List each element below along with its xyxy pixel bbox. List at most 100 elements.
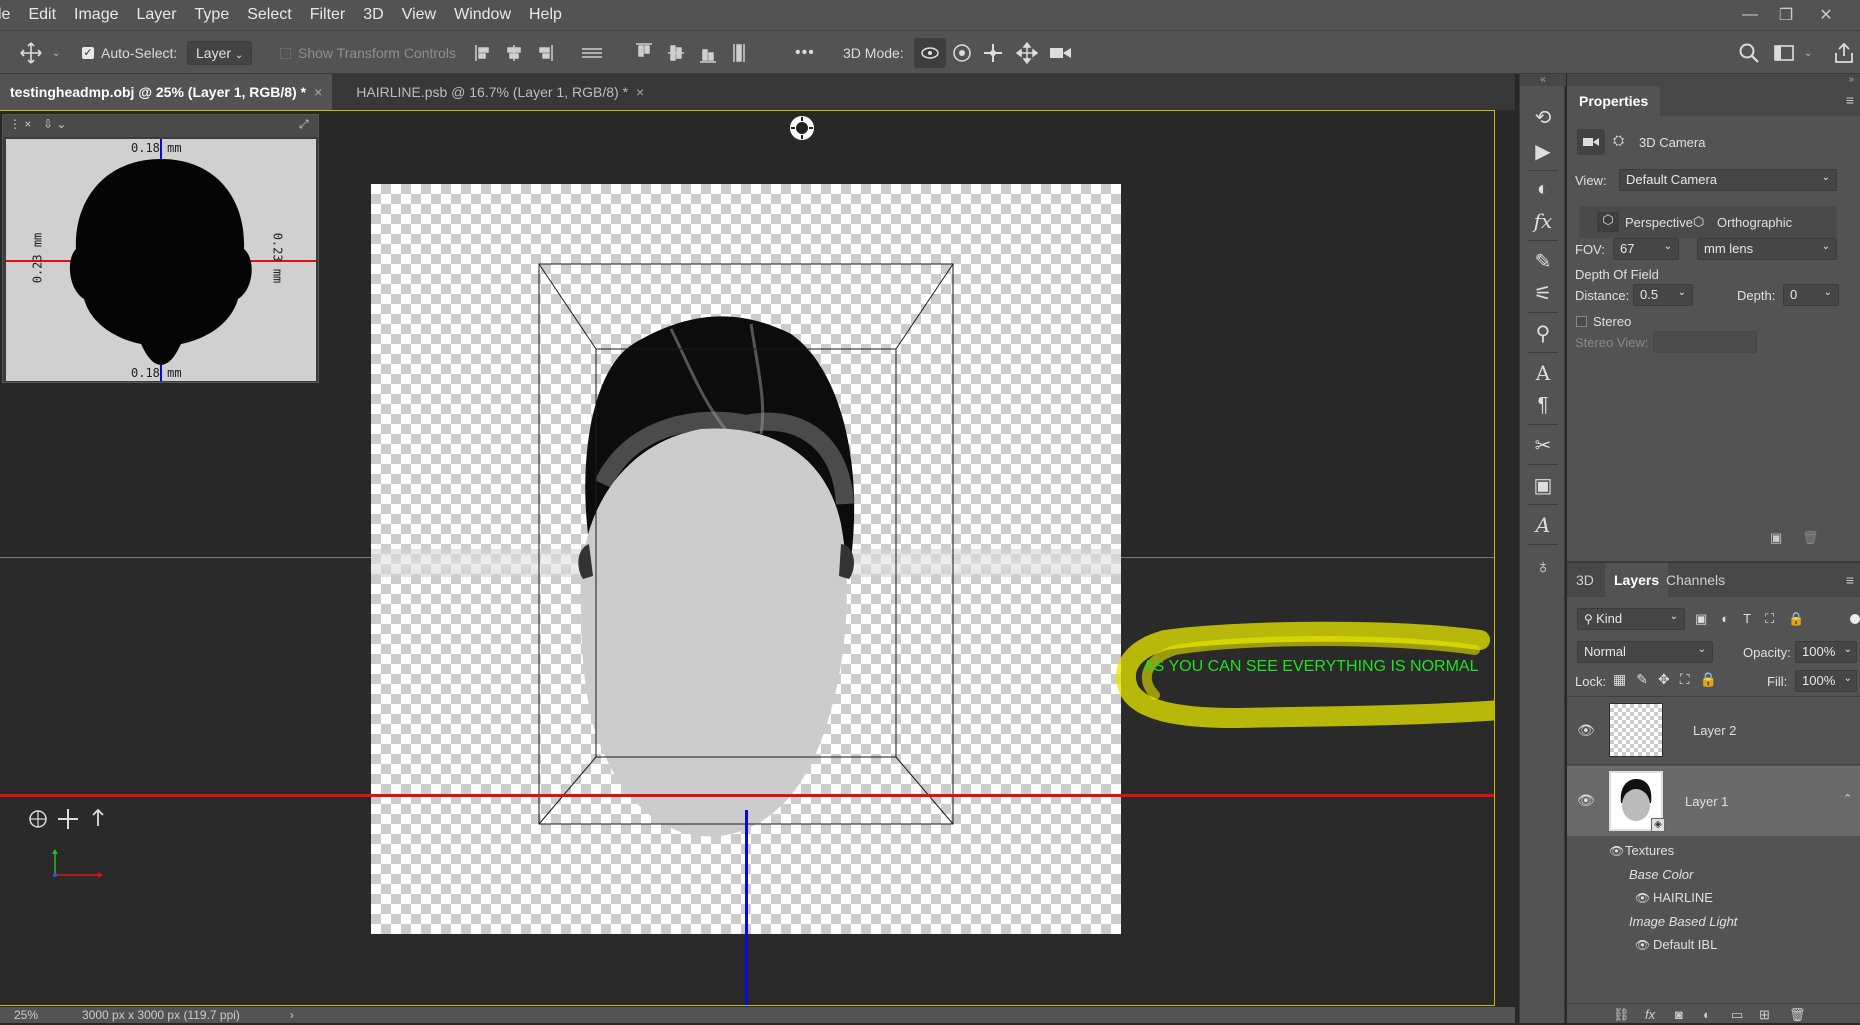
layers-menu-icon[interactable]: ≡ [1846, 572, 1854, 588]
menu-filter[interactable]: Filter [301, 0, 355, 30]
close-tab-icon[interactable]: × [314, 84, 322, 100]
show-transform-controls[interactable]: Show Transform Controls [280, 31, 456, 75]
roll-3d-icon[interactable] [952, 31, 972, 75]
menu-image[interactable]: Image [65, 0, 127, 30]
styles-fx-icon[interactable]: fx [1520, 206, 1566, 236]
menu-view[interactable]: View [393, 0, 445, 30]
restore-button[interactable]: ❐ [1768, 0, 1804, 30]
lock-icons[interactable]: ▦✎✥⛶🔒 [1613, 671, 1727, 688]
glyphs-icon[interactable]: A [1520, 510, 1566, 540]
tab-3d[interactable]: 3D [1567, 563, 1603, 597]
move-tool-icon[interactable]: ⌄ [20, 31, 60, 75]
brush-settings-icon[interactable]: ⚟ [1520, 278, 1566, 308]
tab-testingheadmp[interactable]: testingheadmp.obj @ 25% (Layer 1, RGB/8)… [0, 74, 333, 110]
close-tab-icon[interactable]: × [636, 84, 644, 100]
status-arrow-icon[interactable]: › [290, 1008, 294, 1022]
filter-toggle[interactable] [1850, 614, 1860, 624]
layer-name[interactable]: Layer 1 [1685, 794, 1728, 809]
menu-edit[interactable]: Edit [19, 0, 65, 30]
menu-select[interactable]: Select [238, 0, 300, 30]
visibility-eye-icon[interactable]: 👁 [1577, 722, 1595, 739]
menu-3d[interactable]: 3D [354, 0, 392, 30]
view-value: Default Camera [1626, 172, 1718, 187]
delete-layer-icon[interactable]: 🗑 [1789, 1007, 1806, 1023]
minimize-button[interactable]: — [1732, 0, 1768, 30]
blend-mode-value: Normal [1584, 644, 1626, 659]
close-window-button[interactable]: ✕ [1808, 0, 1844, 30]
auto-select-checkbox[interactable]: ✓ [82, 31, 94, 75]
learn-lightbulb-icon[interactable]: ♁ [1520, 552, 1566, 582]
layer-name[interactable]: Layer 2 [1693, 723, 1736, 738]
scale-3d-camera-icon[interactable] [1049, 31, 1073, 75]
view-dropdown[interactable]: Default Camera ⌄ [1619, 169, 1837, 191]
add-mask-icon[interactable]: ◙ [1675, 1007, 1683, 1022]
default-ibl-eye-icon[interactable]: 👁 [1635, 938, 1650, 952]
pan-3d-icon[interactable] [983, 31, 1003, 75]
menu-file[interactable]: le [0, 0, 19, 30]
link-layers-icon[interactable]: ⛓ [1613, 1007, 1630, 1023]
libraries-icon[interactable]: ▣ [1520, 470, 1566, 500]
blend-mode-dropdown[interactable]: Normal ⌄ [1577, 641, 1713, 663]
hairline-texture[interactable]: HAIRLINE [1653, 890, 1713, 905]
textures-eye-icon[interactable]: 👁 [1609, 844, 1624, 858]
fov-input[interactable]: 67 ⌄ [1613, 238, 1679, 260]
stereo-checkbox[interactable] [1576, 316, 1587, 327]
scene-icon[interactable]: ⛭ [1613, 132, 1624, 149]
stereo-view-dropdown[interactable] [1653, 331, 1757, 353]
slide-3d-icon[interactable] [1016, 31, 1038, 75]
menu-help[interactable]: Help [520, 0, 571, 30]
render-icon[interactable]: ▣ [1770, 530, 1782, 546]
lens-dropdown[interactable]: mm lens ⌄ [1697, 238, 1837, 260]
hairline-eye-icon[interactable]: 👁 [1635, 891, 1650, 905]
orbit-3d-icon[interactable] [914, 38, 946, 68]
filter-kind-dropdown[interactable]: ⚲ Kind ⌄ [1577, 608, 1685, 630]
canvas-area[interactable]: ⋮ × ⇩ ⌄ ⤢ 0.18 mm 0.18 mm 0.23 mm 0.23 m… [0, 110, 1495, 1007]
more-options-button[interactable]: ••• [795, 31, 815, 75]
adjustment-layer-icon[interactable]: ◐ [1703, 1007, 1711, 1022]
expand-chevron-icon[interactable]: ⌃ [1843, 792, 1852, 805]
paragraph-icon[interactable]: ¶ [1520, 390, 1566, 420]
history-icon[interactable]: ⟲ [1520, 102, 1566, 132]
depth-input[interactable]: 0 ⌄ [1783, 284, 1839, 306]
orthographic-icon[interactable]: ⬡ [1693, 214, 1704, 230]
clone-source-icon[interactable]: ⚲ [1520, 318, 1566, 348]
perspective-icon[interactable]: ⬡ [1597, 212, 1619, 232]
panel-menu-icon[interactable]: ≡ [1846, 92, 1854, 108]
new-group-icon[interactable]: ▭ [1731, 1007, 1743, 1023]
tools-scissors-icon[interactable]: ✂ [1520, 430, 1566, 460]
visibility-eye-icon[interactable]: 👁 [1577, 792, 1595, 809]
tab-hairline[interactable]: HAIRLINE.psb @ 16.7% (Layer 1, RGB/8) * × [346, 74, 654, 110]
auto-select-dropdown[interactable]: Layer ⌄ [187, 31, 253, 75]
distance-input[interactable]: 0.5 ⌄ [1633, 284, 1693, 306]
collapse-right-icon[interactable]: » [1567, 74, 1860, 86]
menu-window[interactable]: Window [445, 0, 520, 30]
camera-icon[interactable] [1577, 129, 1605, 155]
menu-layer[interactable]: Layer [128, 0, 186, 30]
status-bar: 25% 3000 px x 3000 px (119.7 ppi) › [0, 1007, 1515, 1023]
tab-label: testingheadmp.obj @ 25% (Layer 1, RGB/8)… [10, 84, 307, 100]
brushes-icon[interactable]: ✎ [1520, 246, 1566, 276]
layer-row-layer-1[interactable]: 👁 ◈ Layer 1 ⌃ [1567, 766, 1860, 836]
zoom-level[interactable]: 25% [14, 1008, 38, 1022]
opacity-input[interactable]: 100% ⌄ [1795, 641, 1857, 663]
new-layer-icon[interactable]: ⊞ [1759, 1007, 1770, 1023]
textures-label[interactable]: Textures [1625, 843, 1674, 858]
tab-channels[interactable]: Channels [1657, 563, 1734, 597]
delete-icon[interactable]: 🗑 [1802, 530, 1819, 546]
add-style-fx-icon[interactable]: fx [1645, 1007, 1655, 1022]
properties-tab[interactable]: Properties [1567, 86, 1661, 116]
fill-input[interactable]: 100% ⌄ [1795, 670, 1857, 692]
filter-icons[interactable]: ▣◐T⛶🔒 [1695, 611, 1818, 627]
character-icon[interactable]: A [1520, 358, 1566, 388]
layer-row-layer-2[interactable]: 👁 Layer 2 [1567, 697, 1860, 765]
search-icon[interactable] [1738, 31, 1760, 75]
workspace-icon[interactable]: ⌄ [1774, 31, 1812, 75]
menu-type[interactable]: Type [186, 0, 239, 30]
orthographic-button[interactable]: Orthographic [1717, 215, 1792, 230]
share-icon[interactable] [1834, 31, 1854, 75]
adjustments-icon[interactable]: ◐ [1520, 174, 1566, 204]
actions-play-icon[interactable]: ▶ [1520, 136, 1566, 166]
collapse-panels-icon[interactable]: « [1520, 74, 1566, 86]
perspective-button[interactable]: Perspective [1625, 215, 1693, 230]
default-ibl-item[interactable]: Default IBL [1653, 937, 1717, 952]
